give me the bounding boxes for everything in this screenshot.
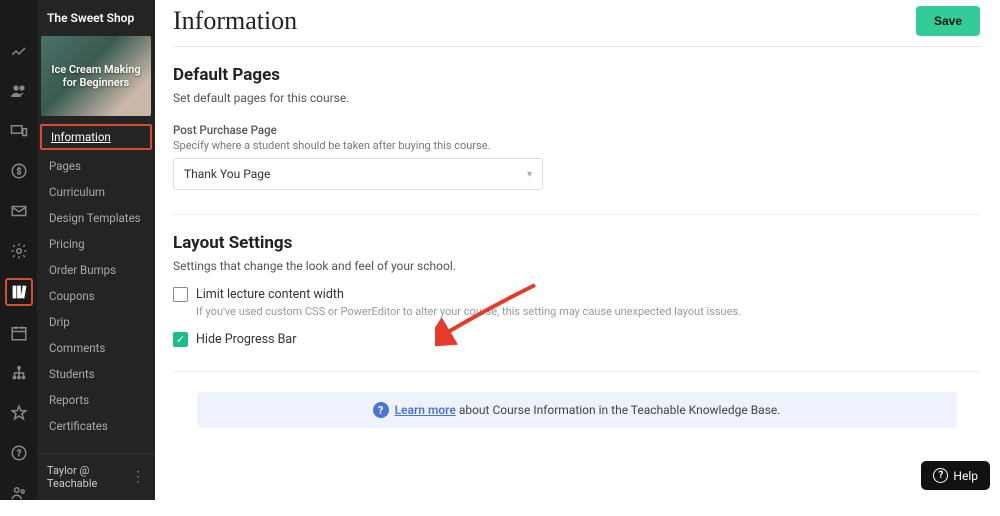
- nav-pricing[interactable]: Pricing: [37, 231, 155, 257]
- help-button-icon: ?: [933, 468, 948, 483]
- info-icon: ?: [373, 402, 389, 418]
- post-purchase-help: Specify where a student should be taken …: [173, 139, 980, 152]
- star-icon[interactable]: [6, 400, 32, 426]
- email-icon[interactable]: [6, 198, 32, 224]
- nav-pages[interactable]: Pages: [37, 153, 155, 179]
- nav-information[interactable]: Information: [40, 124, 152, 150]
- hide-progress-checkbox[interactable]: ✓: [173, 332, 188, 347]
- nav-comments[interactable]: Comments: [37, 335, 155, 361]
- hide-progress-label: Hide Progress Bar: [196, 332, 296, 347]
- calendar-icon[interactable]: [6, 320, 32, 346]
- footer-menu-icon[interactable]: ⋮: [131, 469, 145, 485]
- brand-name: The Sweet Shop: [37, 0, 155, 36]
- nav-reports[interactable]: Reports: [37, 387, 155, 413]
- save-button[interactable]: Save: [916, 6, 980, 36]
- dollar-icon[interactable]: $: [6, 158, 32, 184]
- course-card[interactable]: Ice Cream Making for Beginners: [41, 36, 151, 116]
- layout-heading: Layout Settings: [173, 233, 980, 253]
- page-title: Information: [173, 6, 297, 36]
- nav-order-bumps[interactable]: Order Bumps: [37, 257, 155, 283]
- people-icon[interactable]: [6, 480, 32, 506]
- sidebar: The Sweet Shop Ice Cream Making for Begi…: [37, 0, 155, 500]
- post-purchase-value: Thank You Page: [184, 167, 270, 181]
- course-card-title: Ice Cream Making for Beginners: [41, 57, 151, 95]
- help-button[interactable]: ? Help: [921, 461, 990, 490]
- info-bar: ? Learn more about Course Information in…: [197, 392, 957, 428]
- analytics-icon[interactable]: [6, 38, 32, 64]
- users-icon[interactable]: [6, 78, 32, 104]
- footer-user: Taylor @ Teachable: [47, 464, 131, 490]
- sitemap-icon[interactable]: [6, 360, 32, 386]
- default-pages-heading: Default Pages: [173, 65, 980, 85]
- post-purchase-label: Post Purchase Page: [173, 123, 980, 137]
- courses-icon[interactable]: [5, 278, 33, 306]
- info-bar-text: about Course Information in the Teachabl…: [456, 403, 781, 417]
- chevron-down-icon: ▾: [527, 169, 532, 180]
- help-icon[interactable]: ?: [6, 440, 32, 466]
- nav-drip[interactable]: Drip: [37, 309, 155, 335]
- limit-width-checkbox[interactable]: [173, 287, 188, 302]
- post-purchase-select[interactable]: Thank You Page ▾: [173, 158, 543, 190]
- settings-icon[interactable]: [6, 238, 32, 264]
- nav-curriculum[interactable]: Curriculum: [37, 179, 155, 205]
- main-content: Information Save Default Pages Set defau…: [155, 0, 1000, 500]
- nav-certificates[interactable]: Certificates: [37, 413, 155, 439]
- nav-students[interactable]: Students: [37, 361, 155, 387]
- nav-design-templates[interactable]: Design Templates: [37, 205, 155, 231]
- layout-sub: Settings that change the look and feel o…: [173, 259, 980, 273]
- nav-coupons[interactable]: Coupons: [37, 283, 155, 309]
- help-button-label: Help: [953, 469, 978, 483]
- limit-width-help: If you've used custom CSS or PowerEditor…: [196, 305, 980, 318]
- devices-icon[interactable]: [6, 118, 32, 144]
- learn-more-link[interactable]: Learn more: [395, 403, 456, 417]
- default-pages-sub: Set default pages for this course.: [173, 91, 980, 105]
- svg-text:$: $: [16, 166, 21, 177]
- svg-text:?: ?: [16, 449, 20, 459]
- limit-width-label: Limit lecture content width: [196, 287, 344, 302]
